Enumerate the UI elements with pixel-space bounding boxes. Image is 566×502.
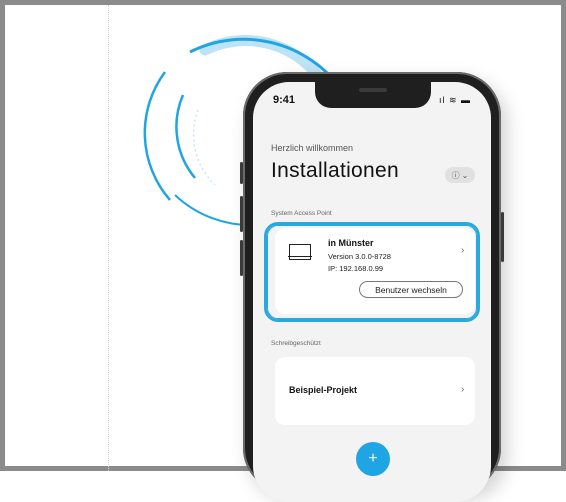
switch-user-button[interactable]: Benutzer wechseln <box>359 281 463 298</box>
access-point-card[interactable]: in Münster Version 3.0.0-8728 IP: 192.16… <box>275 228 475 314</box>
chevron-down-icon: ⌄ <box>461 170 469 180</box>
signal-wifi-battery-icon: ıl ≋ ▬ <box>439 95 472 105</box>
phone-button <box>240 162 243 184</box>
phone-button <box>240 240 243 276</box>
page-title: Installationen <box>271 159 399 182</box>
chevron-right-icon: › <box>461 384 465 395</box>
phone-button <box>240 196 243 232</box>
notch <box>315 82 431 108</box>
device-icon <box>288 244 312 260</box>
status-time: 9:41 <box>273 94 296 106</box>
help-menu-button[interactable]: ⓘ ⌄ <box>445 167 475 183</box>
phone-button <box>501 212 504 262</box>
info-circle-icon: ⓘ <box>451 170 460 180</box>
welcome-text: Herzlich willkommen <box>271 143 354 153</box>
speaker <box>359 88 387 92</box>
section-label-write-protected: Schreibgeschützt <box>271 340 321 347</box>
switch-user-label: Benutzer wechseln <box>375 284 447 295</box>
ip-text: IP: 192.168.0.99 <box>328 264 384 273</box>
section-label-access-point: System Access Point <box>271 210 332 217</box>
arc-outer-left <box>143 71 171 201</box>
version-text: Version 3.0.0-8728 <box>328 252 391 261</box>
installation-name: in Münster <box>328 238 374 248</box>
arc-inner-left <box>175 94 196 179</box>
chevron-right-icon: › <box>461 245 465 256</box>
project-name: Beispiel-Projekt <box>289 385 358 395</box>
project-card[interactable]: Beispiel-Projekt › <box>275 357 475 425</box>
plus-icon: + <box>368 450 378 467</box>
arc-dotted <box>192 109 216 186</box>
phone-screen: 9:41 ıl ≋ ▬ Herzlich willkommen Installa… <box>253 82 491 502</box>
phone-mockup: 9:41 ıl ≋ ▬ Herzlich willkommen Installa… <box>240 72 504 502</box>
